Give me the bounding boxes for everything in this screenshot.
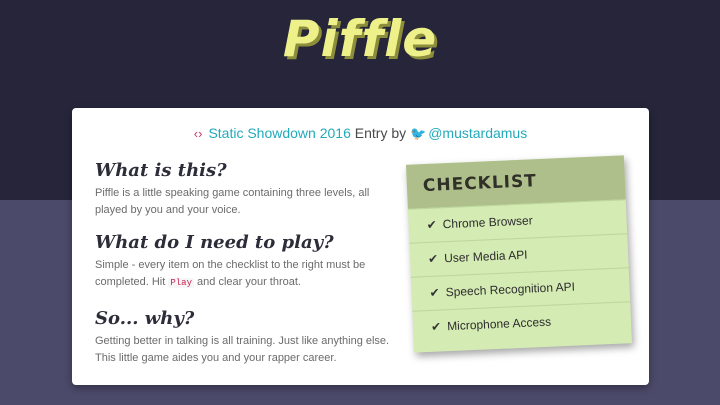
section-why: So... why? Getting better in talking is … <box>95 308 395 367</box>
event-link[interactable]: Static Showdown 2016 <box>208 125 350 141</box>
section-body: Piffle is a little speaking game contain… <box>95 187 370 216</box>
body-text: and clear your throat. <box>193 276 301 288</box>
section-heading: What do I need to play? <box>95 232 334 253</box>
check-circle-icon: ✔ <box>427 251 439 266</box>
checklist-panel: CHECKLIST ✔ Chrome Browser ✔ User Media AP… <box>406 155 632 353</box>
check-circle-icon: ✔ <box>426 217 438 232</box>
checklist-item-label: Chrome Browser <box>442 213 533 232</box>
checklist-item-label: Microphone Access <box>446 314 552 334</box>
app-logo: Piffle <box>282 10 438 68</box>
entry-line: ‹› Static Showdown 2016 Entry by 🐦 @mustar… <box>72 125 649 142</box>
entry-by-text: Entry by <box>350 125 411 141</box>
play-code: Play <box>168 278 194 288</box>
section-body: Simple - every item on the checklist to … <box>95 257 395 292</box>
author-link[interactable]: @mustardamus <box>428 125 527 141</box>
check-circle-icon: ✔ <box>429 285 440 300</box>
section-what-to-play: What do I need to play? Simple - every i… <box>95 232 395 292</box>
section-body: Getting better in talking is all trainin… <box>95 335 390 364</box>
section-heading: What is this? <box>95 160 227 181</box>
static-showdown-icon: ‹› <box>193 126 203 141</box>
twitter-icon: 🐦 <box>410 126 427 141</box>
checklist-item-label: User Media API <box>443 247 528 266</box>
section-what-is-this: What is this? Piffle is a little speakin… <box>95 160 395 219</box>
check-circle-icon: ✔ <box>430 319 442 334</box>
section-heading: So... why? <box>95 308 195 329</box>
checklist-item-label: Speech Recognition API <box>445 279 576 300</box>
